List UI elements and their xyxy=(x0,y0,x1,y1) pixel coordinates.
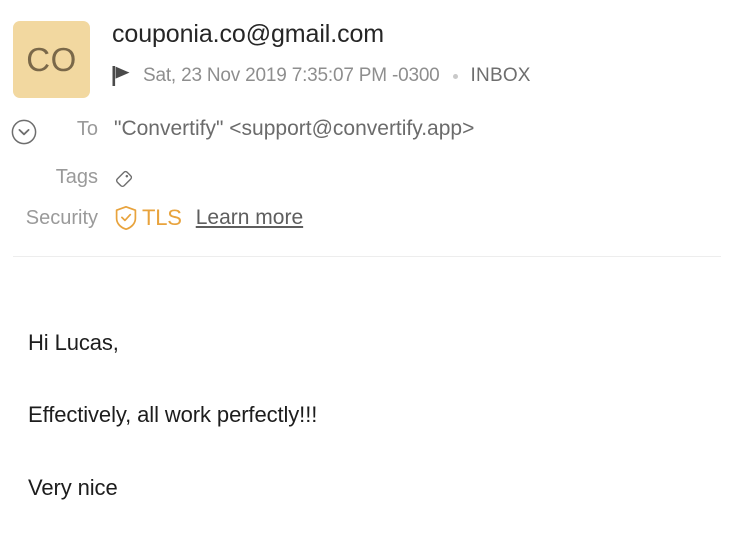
detail-row-tags: Tags xyxy=(0,160,734,194)
body-paragraph: Hi Lucas, xyxy=(28,330,119,355)
to-label: To xyxy=(76,117,98,140)
avatar-initials: CO xyxy=(26,40,77,78)
body-paragraph: Effectively, all work perfectly!!! xyxy=(28,402,318,428)
shield-check-icon xyxy=(114,205,138,231)
message-date: Sat, 23 Nov 2019 7:35:07 PM -0300 xyxy=(143,65,440,86)
detail-row-security: Security TLS Learn more xyxy=(0,201,734,235)
header-divider xyxy=(13,256,721,257)
detail-row-to: To "Convertify" <support@convertify.app> xyxy=(0,112,734,146)
learn-more-link[interactable]: Learn more xyxy=(196,206,303,230)
email-body: Hi Lucas, Effectively, all work perfectl… xyxy=(28,330,718,501)
tags-value[interactable] xyxy=(114,165,138,189)
flag-icon[interactable] xyxy=(112,65,132,87)
to-value[interactable]: "Convertify" <support@convertify.app> xyxy=(114,117,474,141)
message-meta-line: Sat, 23 Nov 2019 7:35:07 PM -0300 INBOX xyxy=(112,65,531,87)
tag-icon[interactable] xyxy=(114,165,138,189)
meta-separator-dot xyxy=(452,73,458,79)
tags-label: Tags xyxy=(55,165,98,188)
sender-address[interactable]: couponia.co@gmail.com xyxy=(112,20,384,49)
avatar: CO xyxy=(13,21,90,98)
tls-badge: TLS xyxy=(142,205,182,230)
body-paragraph: Very nice xyxy=(28,474,118,500)
security-value: TLS Learn more xyxy=(114,205,303,231)
folder-label[interactable]: INBOX xyxy=(471,65,531,87)
security-label: Security xyxy=(25,206,98,229)
